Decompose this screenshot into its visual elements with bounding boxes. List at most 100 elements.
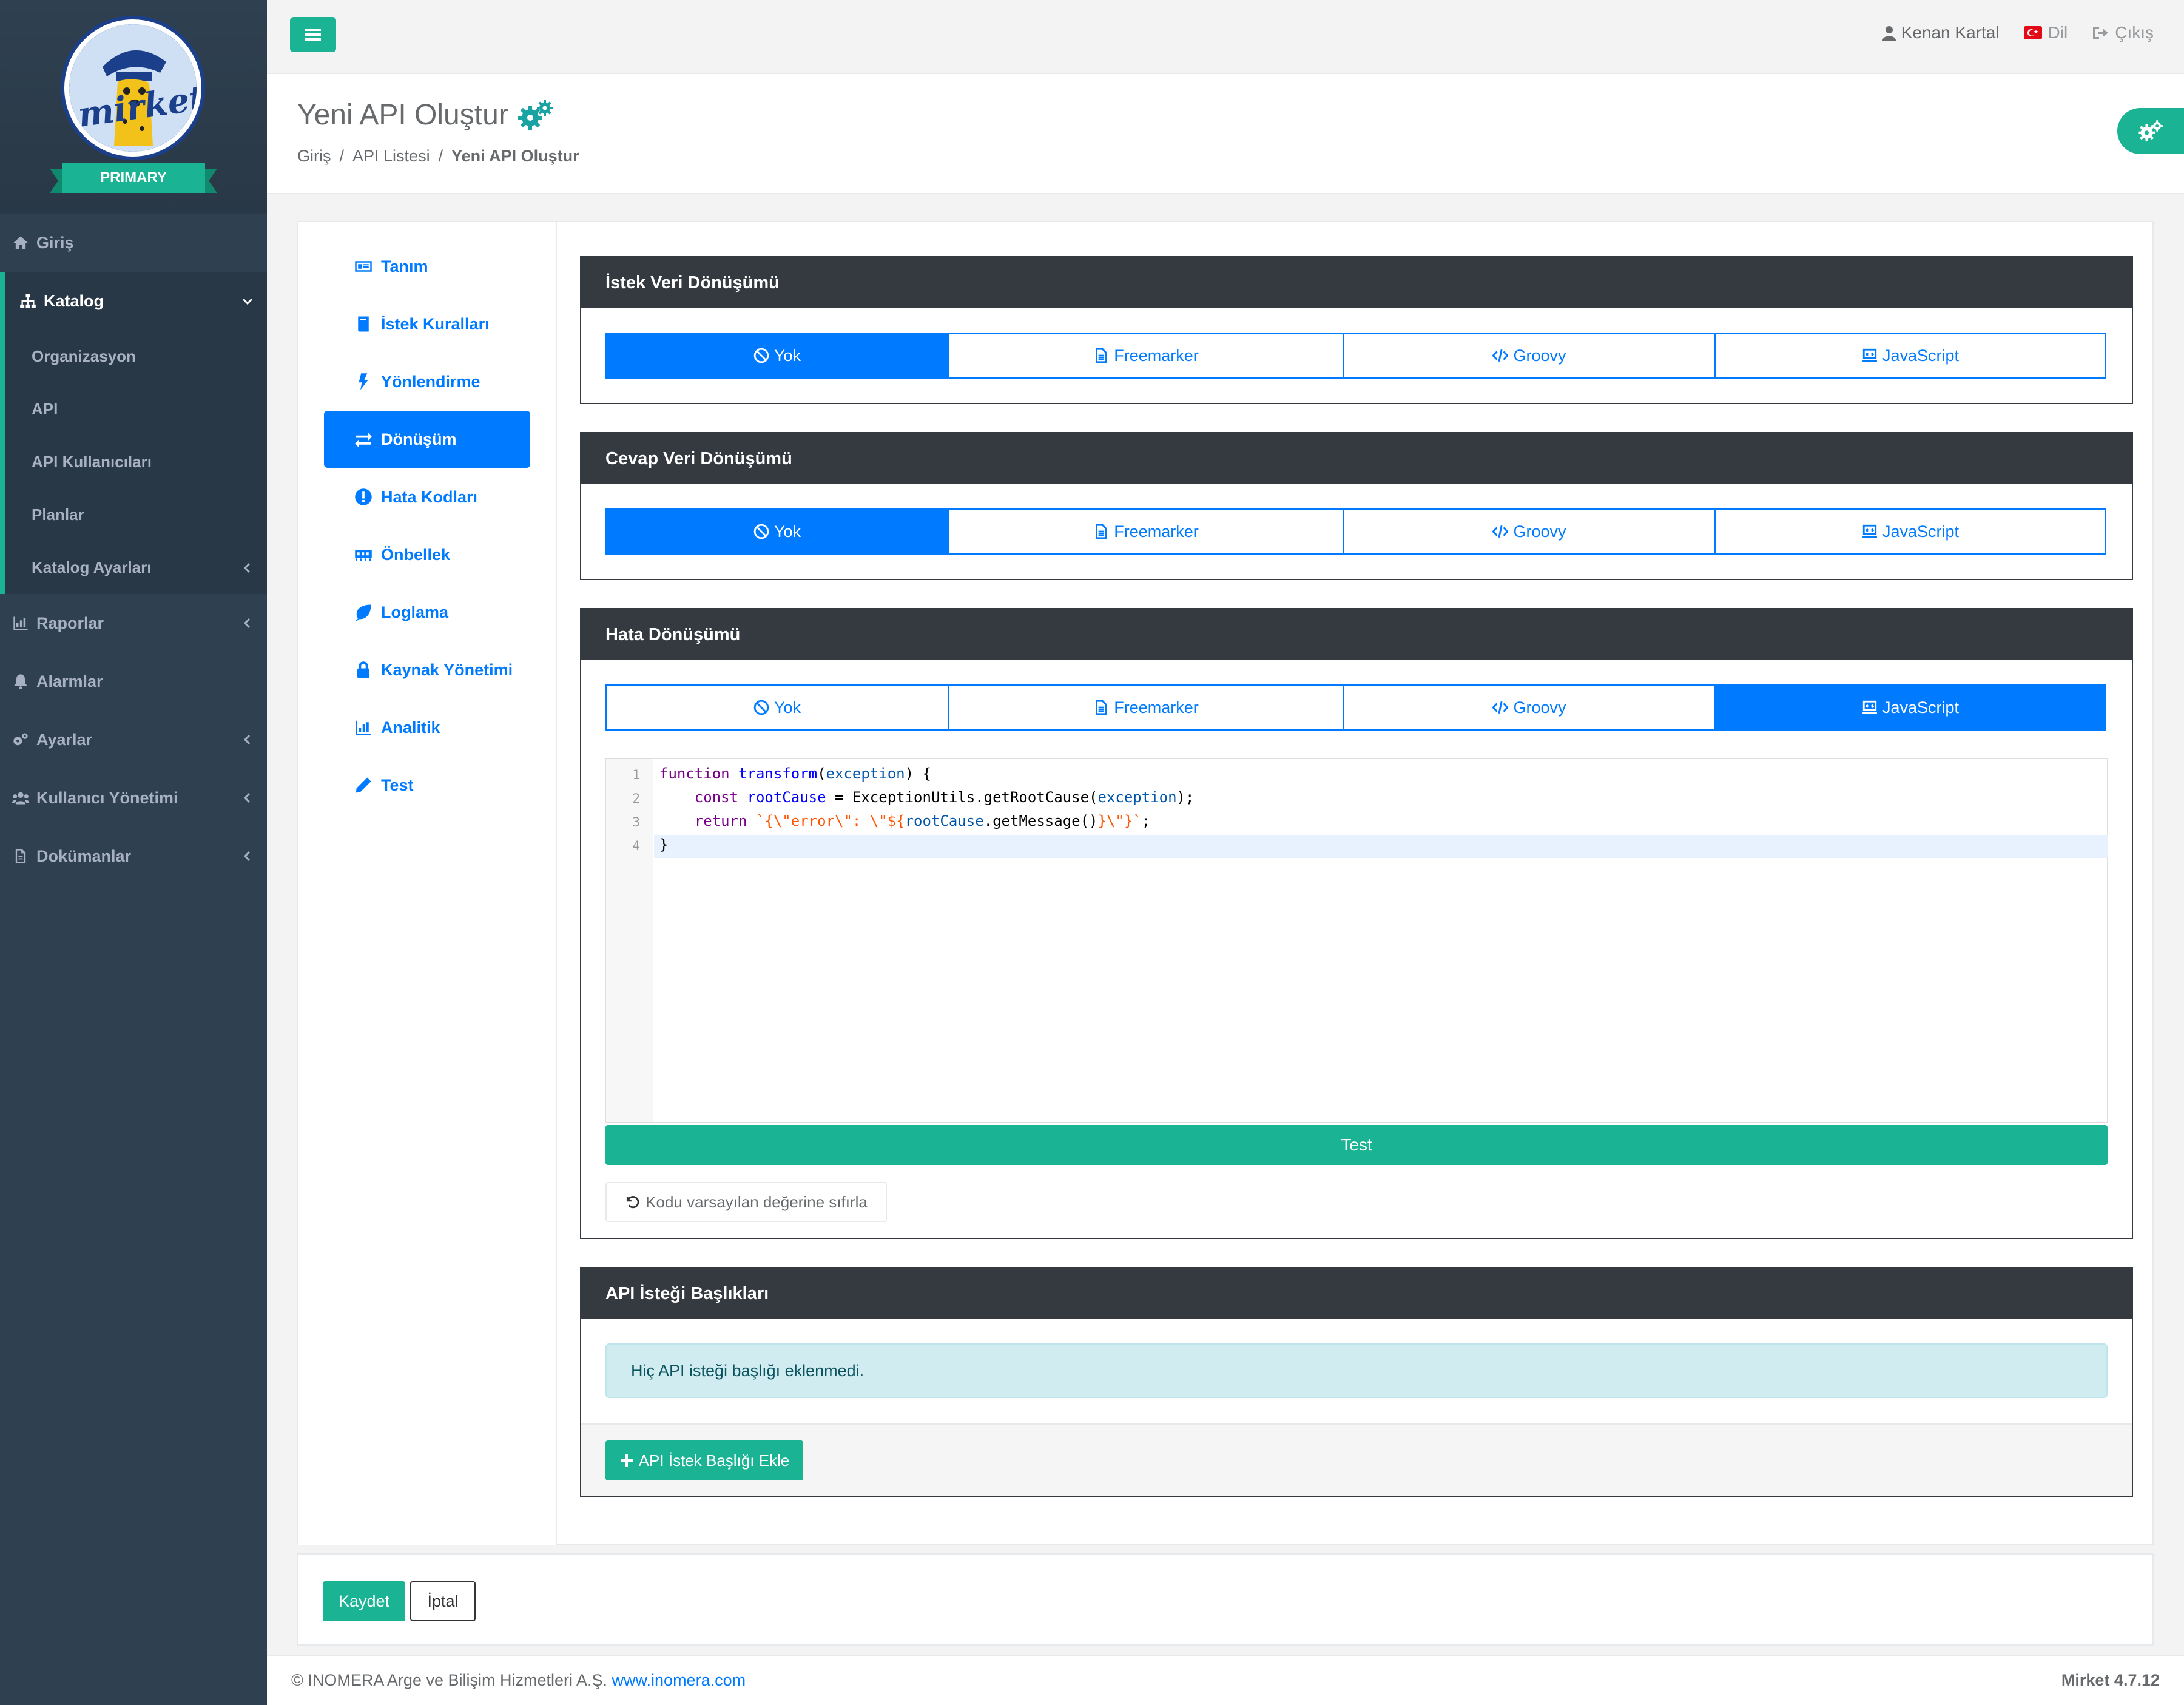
option-label: Freemarker: [1114, 698, 1199, 717]
request-headers-panel: API İsteği Başlıkları Hiç API isteği baş…: [580, 1267, 2133, 1497]
response-transform-options: Yok Freemarker Groovy JavaScript: [605, 508, 2108, 555]
option-freemarker[interactable]: Freemarker: [948, 333, 1344, 379]
ban-icon: [753, 348, 769, 363]
sidebar-item-raporlar[interactable]: Raporlar: [0, 594, 267, 652]
cancel-button[interactable]: İptal: [410, 1581, 476, 1621]
tab-loglama[interactable]: Loglama: [324, 584, 530, 641]
sidebar-subitem-organizasyon[interactable]: Organizasyon: [5, 330, 267, 383]
breadcrumb-api-list[interactable]: API Listesi: [352, 147, 430, 166]
option-label: Yok: [774, 346, 801, 365]
option-javascript[interactable]: JavaScript: [1714, 508, 2106, 555]
language-label: Dil: [2048, 23, 2068, 42]
logout-link[interactable]: Çıkış: [2092, 23, 2154, 42]
active-line-highlight: [654, 835, 2108, 858]
menu-toggle-button[interactable]: [290, 17, 336, 52]
sidebar-item-ayarlar[interactable]: Ayarlar: [0, 711, 267, 769]
form-actions: Kaydet İptal: [297, 1553, 2154, 1646]
sidebar-subitem-api[interactable]: API: [5, 383, 267, 436]
code-editor[interactable]: 1 2 3 4 function transform(exception) { …: [605, 758, 2108, 1123]
tab-analitik[interactable]: Analitik: [324, 699, 530, 756]
file-icon: [15, 849, 26, 863]
chart-icon: [356, 720, 371, 735]
test-button[interactable]: Test: [605, 1125, 2108, 1165]
memory-icon: [355, 550, 372, 561]
language-menu[interactable]: Dil: [2023, 23, 2068, 42]
lock-icon: [357, 661, 369, 678]
sidebar-subitem-planlar[interactable]: Planlar: [5, 488, 267, 541]
tab-tanim[interactable]: Tanım: [324, 238, 530, 295]
settings-toggle-button[interactable]: [2117, 108, 2184, 154]
sidebar-item-katalog[interactable]: Katalog: [0, 272, 267, 330]
sidebar-item-label: Alarmlar: [36, 672, 103, 690]
pencil-icon: [356, 777, 371, 793]
option-javascript[interactable]: JavaScript: [1714, 333, 2106, 379]
tab-donusum[interactable]: Dönüşüm: [324, 411, 530, 468]
sidebar-item-label: Kullanıcı Yönetimi: [36, 788, 178, 807]
chevron-left-icon: [243, 618, 251, 629]
add-header-label: API İstek Başlığı Ekle: [638, 1451, 790, 1470]
home-icon: [13, 236, 28, 249]
sidebar-subitem-katalog-ayarlari[interactable]: Katalog Ayarları: [5, 541, 267, 594]
sidebar-item-label: Giriş: [36, 233, 74, 252]
sidebar-item-alarmlar[interactable]: Alarmlar: [0, 652, 267, 711]
option-freemarker[interactable]: Freemarker: [948, 684, 1344, 731]
laptop-code-icon: [1862, 524, 1877, 538]
panel-title: Hata Dönüşümü: [581, 609, 2132, 660]
tab-test[interactable]: Test: [324, 757, 530, 814]
panel-title: İstek Veri Dönüşümü: [581, 257, 2132, 308]
request-transform-options: Yok Freemarker Groovy JavaScript: [605, 333, 2108, 379]
option-freemarker[interactable]: Freemarker: [948, 508, 1344, 555]
option-groovy[interactable]: Groovy: [1343, 684, 1716, 731]
page-header: Yeni API Oluştur Giriş / API Listesi / Y…: [267, 74, 2184, 194]
mirket-logo[interactable]: mirket: [64, 19, 201, 157]
code-icon: [1492, 349, 1509, 362]
sidebar-item-giris[interactable]: Giriş: [0, 214, 267, 272]
hamburger-icon: [305, 29, 321, 41]
option-yok[interactable]: Yok: [605, 333, 949, 379]
option-javascript[interactable]: JavaScript: [1714, 684, 2106, 731]
code-icon: [1492, 701, 1509, 714]
tab-onbellek[interactable]: Önbellek: [324, 526, 530, 583]
option-groovy[interactable]: Groovy: [1343, 508, 1716, 555]
laptop-code-icon: [1862, 700, 1877, 714]
option-groovy[interactable]: Groovy: [1343, 333, 1716, 379]
gears-icon: [13, 733, 28, 746]
sidebar-item-dokumanlar[interactable]: Dokümanlar: [0, 827, 267, 885]
code-line: }: [659, 836, 669, 853]
tab-label: Tanım: [381, 257, 428, 275]
version-label: Mirket 4.7.12: [2061, 1671, 2160, 1689]
api-form-box: Tanım İstek Kuralları Yönlendirme Dönüşü…: [297, 221, 2154, 1545]
gears-icon: [2138, 120, 2163, 142]
user-menu[interactable]: Kenan Kartal: [1882, 23, 2000, 42]
option-label: JavaScript: [1882, 698, 1960, 717]
chevron-left-icon: [243, 562, 251, 573]
error-transform-panel: Hata Dönüşümü Yok Freemarker Groovy Java…: [580, 608, 2133, 1239]
reset-code-button[interactable]: Kodu varsayılan değerine sıfırla: [605, 1182, 887, 1222]
breadcrumb-home[interactable]: Giriş: [297, 147, 331, 166]
sidebar-item-kullanici-yonetimi[interactable]: Kullanıcı Yönetimi: [0, 769, 267, 827]
sidebar-item-label: Raporlar: [36, 613, 104, 632]
option-yok[interactable]: Yok: [605, 508, 949, 555]
tab-yonlendirme[interactable]: Yönlendirme: [324, 353, 530, 410]
page-title: Yeni API Oluştur: [297, 98, 554, 132]
option-label: Freemarker: [1114, 522, 1199, 541]
company-link[interactable]: www.inomera.com: [612, 1671, 746, 1689]
tab-hata-kodlari[interactable]: Hata Kodları: [324, 468, 530, 525]
sidebar-subitem-api-kullanicilari[interactable]: API Kullanıcıları: [5, 436, 267, 488]
option-label: Groovy: [1513, 698, 1566, 717]
save-button[interactable]: Kaydet: [323, 1581, 405, 1621]
tab-kaynak-yonetimi[interactable]: Kaynak Yönetimi: [324, 641, 530, 698]
page-title-text: Yeni API Oluştur: [297, 99, 508, 131]
tab-label: Yönlendirme: [381, 372, 480, 391]
chart-icon: [13, 616, 28, 630]
request-transform-panel: İstek Veri Dönüşümü Yok Freemarker Groov…: [580, 256, 2133, 404]
file-text-icon: [1096, 348, 1107, 363]
add-header-button[interactable]: API İstek Başlığı Ekle: [605, 1440, 803, 1480]
option-yok[interactable]: Yok: [605, 684, 949, 731]
sidebar-item-label: Dokümanlar: [36, 846, 132, 865]
chevron-left-icon: [243, 734, 251, 745]
ban-icon: [753, 700, 769, 715]
sidebar-item-label: Katalog Ayarları: [32, 558, 152, 576]
tab-istek-kurallari[interactable]: İstek Kuralları: [324, 295, 530, 353]
logo-ribbon: PRIMARY: [50, 163, 217, 199]
